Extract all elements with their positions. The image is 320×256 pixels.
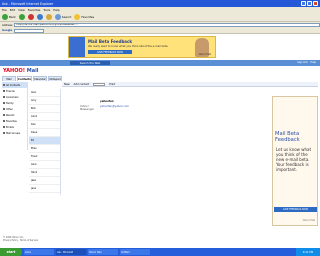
banner-brand: Yahoo! Mail [198, 53, 211, 56]
search-web-button[interactable]: Search the Web [70, 61, 110, 65]
address-label: Address [2, 23, 13, 27]
contacts-list: Alan Amy Bob Carol Dan Dave Ed Ellen Fra… [29, 89, 61, 195]
sidebar-item-mail-groups[interactable]: Mail Groups [2, 130, 27, 136]
ad-feedback-button[interactable]: GIVE FEEDBACK NOW [274, 207, 317, 212]
checkbox-icon [3, 84, 5, 86]
checkbox-icon [3, 108, 5, 110]
minimize-icon[interactable] [301, 1, 306, 6]
home-icon[interactable] [45, 13, 52, 20]
list-item[interactable]: Alan [29, 89, 60, 97]
tab-notepad[interactable]: Notepad [47, 76, 62, 81]
taskbar-item-yahoo-mail[interactable]: Yahoo! Mail [88, 249, 118, 255]
list-item[interactable]: Hank [29, 169, 60, 177]
title-bar: Ask - Microsoft Internet Explorer [0, 0, 320, 7]
list-item[interactable]: Bob [29, 105, 60, 113]
forward-arrow-icon[interactable] [18, 13, 25, 20]
list-item[interactable]: Ed [29, 137, 60, 145]
actions-dropdown[interactable] [93, 82, 106, 86]
sign-out-link[interactable]: Sign Out [297, 61, 307, 64]
banner-title: Mail Beta Feedback [88, 39, 133, 44]
banner-graphic [69, 37, 85, 57]
menu-help[interactable]: Help [53, 8, 59, 12]
back-button[interactable]: Back [2, 13, 16, 20]
feedback-banner[interactable]: Mail Beta Feedback We really want to kno… [68, 36, 216, 58]
checkbox-icon [3, 120, 5, 122]
yahoo-mail-logo[interactable]: YAHOO! Mail [3, 68, 39, 74]
refresh-icon[interactable] [36, 13, 43, 20]
checkbox-icon [3, 126, 5, 128]
star-icon [74, 13, 81, 20]
tab-calendar[interactable]: Calendar [32, 76, 47, 81]
search-strip: Search the Web Sign Out Help [0, 60, 320, 66]
menu-edit[interactable]: Edit [10, 8, 15, 12]
start-button[interactable]: start [0, 248, 22, 256]
tab-mail[interactable]: Mail [2, 76, 17, 81]
menu-file[interactable]: File [2, 8, 7, 12]
google-logo: Google [2, 29, 13, 32]
favorites-button[interactable]: Favorites [74, 13, 94, 20]
footer-links[interactable]: Privacy Policy · Terms of Service [3, 239, 38, 242]
contact-email-link[interactable]: yahoofan@yahoo.com [100, 105, 129, 108]
menu-favorites[interactable]: Favorites [28, 8, 41, 12]
tab-contacts[interactable]: Contacts [17, 76, 32, 81]
contacts-action-bar: New Add contact Print [62, 82, 318, 87]
list-item[interactable]: Gina [29, 161, 60, 169]
stop-icon[interactable] [27, 13, 34, 20]
menu-tools[interactable]: Tools [43, 8, 50, 12]
taskbar-item-inbox[interactable]: Inbox [24, 249, 54, 255]
maximize-icon[interactable] [307, 1, 312, 6]
banner-subtitle: We really want to know what you think ab… [88, 45, 169, 48]
list-item[interactable]: Dave [29, 129, 60, 137]
list-item[interactable]: Jane [29, 185, 60, 193]
top-links: Sign Out Help [297, 61, 316, 64]
checkbox-icon [3, 132, 5, 134]
list-item[interactable]: Ellen [29, 145, 60, 153]
contact-field-label: Yahoo! Messenger [80, 105, 95, 111]
list-item[interactable]: Amy [29, 97, 60, 105]
help-link[interactable]: Help [311, 61, 316, 64]
system-tray-clock: 9:41 PM [296, 248, 320, 256]
list-item[interactable]: Dan [29, 121, 60, 129]
ad-body: Let us know what you think of the new e-… [276, 147, 312, 172]
menu-view[interactable]: View [18, 8, 25, 12]
ad-title: Mail Beta Feedback [275, 131, 300, 143]
page-footer: © 2006 Yahoo! Inc. Privacy Policy · Term… [3, 236, 38, 242]
tab-strip: Mail Contacts Calendar Notepad [2, 76, 62, 81]
banner-feedback-button[interactable]: GIVE FEEDBACK NOW [88, 50, 132, 54]
back-arrow-icon [2, 13, 8, 20]
checkbox-icon [3, 90, 5, 92]
contacts-sidebar: All Contacts Friends Coworkers Family Ot… [2, 82, 28, 150]
list-item[interactable]: Frank [29, 153, 60, 161]
contact-name: yahoofan [100, 100, 114, 103]
window-title: Ask - Microsoft Internet Explorer [2, 1, 54, 6]
checkbox-icon [3, 96, 5, 98]
ad-brand: Yahoo! Mail [302, 219, 315, 222]
taskbar: start Inbox Ask - Microsoft Yahoo! Mail … [0, 248, 320, 256]
toolbar: Back Search Favorites [0, 12, 320, 22]
google-search-input[interactable] [14, 28, 45, 33]
checkbox-icon [3, 114, 5, 116]
list-item[interactable]: Carol [29, 113, 60, 121]
checkbox-icon [3, 102, 5, 104]
print-button[interactable]: Print [109, 83, 115, 86]
side-feedback-ad[interactable]: Mail Beta Feedback Let us know what you … [272, 96, 318, 226]
new-contact-button[interactable]: New [64, 83, 70, 86]
add-contact-button[interactable]: Add contact [74, 83, 90, 86]
search-button[interactable]: Search [54, 13, 71, 20]
close-icon[interactable] [313, 1, 318, 6]
search-icon [54, 13, 61, 20]
taskbar-item-untitled[interactable]: Untitled [120, 249, 150, 255]
list-item[interactable]: Jake [29, 177, 60, 185]
google-toolbar: Google [0, 28, 320, 34]
taskbar-item-browser[interactable]: Ask - Microsoft [56, 249, 86, 255]
address-input[interactable]: http://us.f01.mail.yahoo.com/ym/ShowLett… [14, 23, 320, 27]
